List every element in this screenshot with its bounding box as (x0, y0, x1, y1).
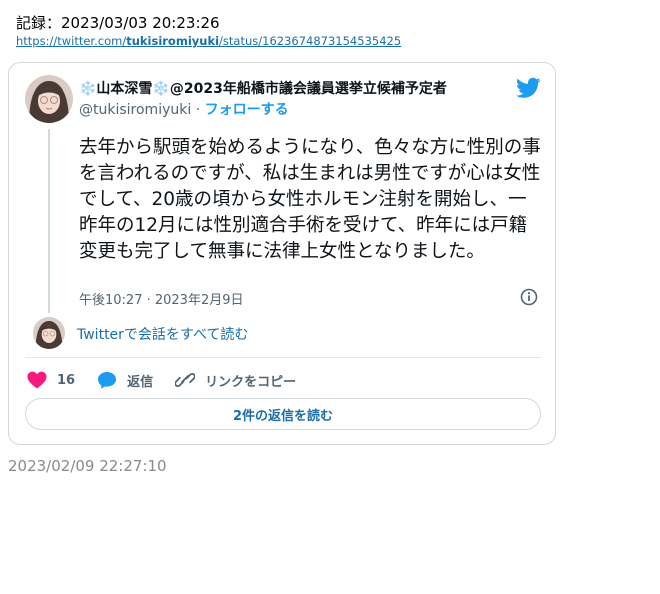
read-replies-button[interactable]: 2件の返信を読む (25, 398, 541, 430)
url-prefix: https://twitter.com/ (16, 34, 127, 48)
like-button[interactable]: 16 (27, 371, 75, 389)
tweet-timestamp[interactable]: 午後10:27 · 2023年2月9日 (79, 289, 244, 308)
heart-icon (27, 371, 47, 389)
follow-button[interactable]: フォローする (205, 102, 289, 118)
divider (25, 357, 541, 358)
url-suffix: /status/1623674873154535425 (219, 34, 402, 48)
like-count: 16 (57, 372, 76, 388)
reply-bubble-icon (98, 372, 117, 389)
record-timestamp: 記録：2023/03/03 20:23:26 (16, 14, 220, 32)
handle[interactable]: @tukisiromiyuki (79, 102, 191, 118)
separator: · (191, 102, 205, 118)
reply-button[interactable]: 返信 (97, 371, 153, 390)
action-bar: 16 返信 リンクをコピー (27, 368, 318, 392)
twitter-bird-icon[interactable] (516, 77, 541, 99)
avatar-small[interactable] (33, 317, 65, 349)
tweet-text: 去年から駅頭を始めるようになり、色々な方に性別の事を言われるのですが、私は生まれ… (79, 137, 541, 262)
thread-line (48, 129, 50, 313)
footer-timestamp: 2023/02/09 22:27:10 (8, 457, 167, 475)
url-user: tukisiromiyuki (126, 34, 220, 48)
reply-label: 返信 (127, 374, 154, 390)
info-icon[interactable] (520, 288, 538, 306)
copy-link-label: リンクをコピー (205, 374, 297, 390)
read-conversation-link[interactable]: Twitterで会話をすべて読む (77, 324, 248, 344)
tweet-card: ❄️山本深雪❄️@2023年船橋市議会議員選挙立候補予定者 @tukisirom… (8, 62, 556, 445)
avatar[interactable] (25, 75, 73, 123)
tweet-url-link[interactable]: https://twitter.com/tukisiromiyuki/statu… (16, 34, 401, 48)
copy-link-button[interactable]: リンクをコピー (175, 371, 296, 390)
link-icon (175, 372, 196, 388)
display-name[interactable]: ❄️山本深雪❄️@2023年船橋市議会議員選挙立候補予定者 (79, 78, 447, 98)
handle-row: @tukisiromiyuki · フォローする (79, 99, 289, 119)
